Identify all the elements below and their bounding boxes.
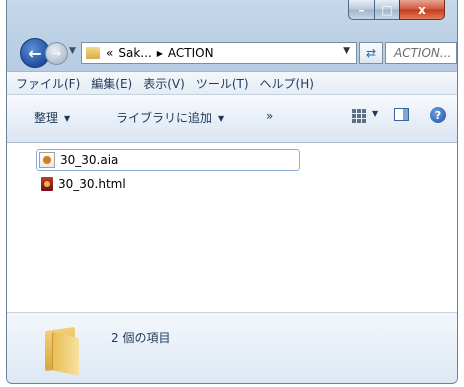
menu-view[interactable]: 表示(V) — [143, 75, 185, 92]
organize-button[interactable]: 整理 ▼ — [34, 109, 70, 126]
breadcrumb-overflow[interactable]: « — [106, 46, 113, 60]
file-item-aia[interactable]: 30_30.aia — [36, 149, 300, 171]
details-pane: 2 個の項目 — [7, 312, 457, 383]
refresh-button[interactable]: ⇄ — [359, 42, 383, 64]
search-input[interactable]: ACTION... — [385, 42, 457, 64]
help-icon[interactable]: ? — [430, 107, 446, 123]
breadcrumb-separator-icon[interactable]: ▶ — [157, 49, 163, 58]
organize-label: 整理 — [34, 111, 59, 125]
menu-bar: ファイル(F) 編集(E) 表示(V) ツール(T) ヘルプ(H) — [7, 71, 457, 95]
title-bar[interactable]: – □ x — [7, 0, 457, 36]
breadcrumb-action[interactable]: ACTION — [168, 46, 214, 60]
minimize-icon: – — [358, 2, 365, 17]
forward-arrow-icon: → — [51, 47, 62, 60]
html-file-icon — [41, 177, 53, 191]
aia-file-icon — [39, 152, 55, 168]
minimize-button[interactable]: – — [348, 0, 375, 20]
breadcrumb-sakura[interactable]: Sak... — [118, 46, 151, 60]
command-bar: 整理 ▼ ライブラリに追加 ▼ » ▼ ? — [7, 95, 457, 143]
maximize-button[interactable]: □ — [374, 0, 400, 20]
address-bar[interactable]: « Sak... ▶ ACTION ▼ — [81, 42, 357, 64]
refresh-icon: ⇄ — [365, 46, 377, 60]
menu-edit[interactable]: 編集(E) — [91, 75, 132, 92]
back-arrow-icon: ← — [28, 43, 42, 63]
menu-file[interactable]: ファイル(F) — [16, 75, 80, 92]
forward-button[interactable]: → — [45, 42, 68, 65]
folder-icon — [41, 326, 81, 376]
add-to-library-button[interactable]: ライブラリに追加 ▼ — [116, 109, 224, 126]
item-count: 2 個の項目 — [111, 331, 171, 345]
file-item-html[interactable]: 30_30.html — [37, 173, 126, 195]
chevron-down-icon: ▼ — [218, 114, 225, 123]
address-dropdown-icon[interactable]: ▼ — [343, 46, 350, 56]
file-name: 30_30.html — [58, 177, 126, 191]
menu-help[interactable]: ヘルプ(H) — [260, 75, 314, 92]
recent-pages-dropdown[interactable]: ▼ — [69, 46, 76, 56]
navigation-row: ← → ▼ « Sak... ▶ ACTION ▼ ⇄ ACTION... — [7, 36, 457, 70]
explorer-window: – □ x ← → ▼ « Sak... ▶ ACTION ▼ ⇄ ACTION… — [6, 0, 458, 384]
folder-icon — [86, 47, 100, 59]
menu-tools[interactable]: ツール(T) — [196, 75, 249, 92]
change-view-icon[interactable] — [352, 109, 366, 123]
more-commands-button[interactable]: » — [266, 109, 273, 123]
close-button[interactable]: x — [399, 0, 445, 20]
chevron-down-icon: ▼ — [64, 114, 71, 123]
close-icon: x — [418, 2, 426, 17]
file-list[interactable]: 30_30.aia 30_30.html — [7, 143, 457, 312]
view-options-dropdown-icon[interactable]: ▼ — [372, 109, 378, 118]
maximize-icon: □ — [381, 2, 393, 17]
file-name: 30_30.aia — [60, 153, 119, 167]
add-to-library-label: ライブラリに追加 — [116, 111, 213, 125]
preview-pane-icon[interactable] — [394, 108, 409, 121]
